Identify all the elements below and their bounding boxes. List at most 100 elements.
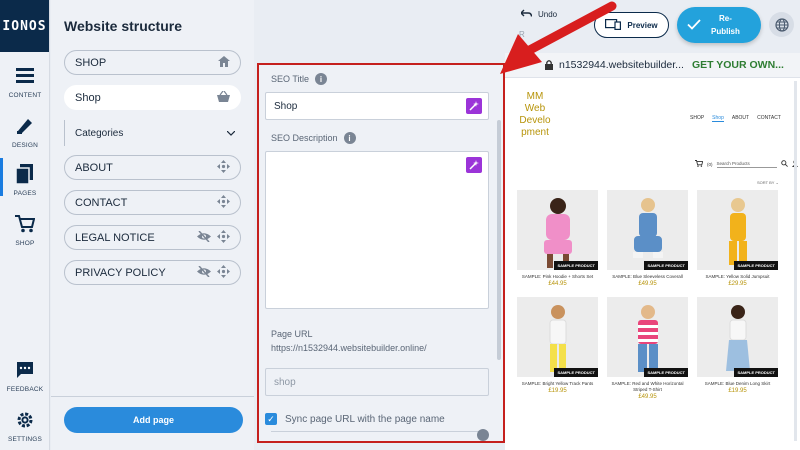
republish-button[interactable]: Re- Publish [677, 7, 761, 43]
divider [271, 431, 481, 432]
product-name[interactable]: SAMPLE: Blue Sleeveless Coverall [607, 274, 688, 280]
rail-item-feedback[interactable]: FEEDBACK [0, 360, 50, 393]
feedback-icon [15, 360, 35, 380]
page-item-about[interactable]: ABOUT [64, 155, 241, 180]
product-name[interactable]: SAMPLE: Bright Yellow Track Pants [517, 381, 598, 387]
page-url-label: Page URL [271, 329, 313, 339]
product-card[interactable]: SAMPLE PRODUCT SAMPLE: Yellow Solid Jump… [697, 190, 778, 287]
label-text: SEO Description [271, 133, 338, 143]
rail-label: CONTENT [8, 92, 42, 99]
page-label: Shop [75, 91, 101, 104]
cart-count: (0) [707, 161, 713, 167]
sample-product-badge: SAMPLE PRODUCT [644, 368, 688, 377]
product-price: £49.95 [638, 394, 657, 400]
annotation-arrow-icon [500, 1, 617, 74]
site-nav-item[interactable]: SHOP [690, 115, 704, 122]
drag-handle-icon[interactable] [217, 264, 230, 281]
product-image[interactable]: SAMPLE PRODUCT [607, 297, 688, 377]
tree-line [64, 120, 65, 146]
subpage-categories[interactable]: Categories [64, 120, 241, 146]
get-domain-link[interactable]: GET YOUR OWN... [692, 59, 784, 71]
seo-description-textarea[interactable] [265, 151, 489, 309]
rail-item-content[interactable]: CONTENT [0, 66, 50, 99]
info-icon[interactable]: i [315, 73, 328, 85]
info-icon[interactable]: i [343, 132, 356, 144]
rail-item-shop[interactable]: SHOP [0, 214, 50, 247]
chevron-down-icon[interactable] [226, 128, 236, 139]
rail-item-design[interactable]: DESIGN [0, 116, 50, 149]
page-label: SHOP [75, 56, 107, 69]
gear-icon [15, 410, 35, 430]
seo-title-input[interactable]: Shop [265, 92, 489, 120]
page-item-shop-sub[interactable]: Shop [64, 85, 241, 110]
rail-item-pages[interactable]: PAGES [0, 164, 50, 197]
site-brand[interactable]: MM Web Develo pment [519, 91, 551, 139]
drag-handle-icon[interactable] [217, 159, 230, 176]
page-item-shop[interactable]: SHOP [64, 50, 241, 75]
rail-label: SHOP [15, 240, 35, 247]
hidden-eye-icon[interactable] [197, 229, 211, 245]
product-image[interactable]: SAMPLE PRODUCT [697, 190, 778, 270]
product-card[interactable]: SAMPLE PRODUCT SAMPLE: Red and White Hor… [607, 297, 688, 400]
scrollbar[interactable] [497, 120, 501, 360]
product-image[interactable]: SAMPLE PRODUCT [517, 190, 598, 270]
product-image[interactable]: SAMPLE PRODUCT [607, 190, 688, 270]
sample-product-badge: SAMPLE PRODUCT [644, 261, 688, 270]
product-card[interactable]: SAMPLE PRODUCT SAMPLE: Pink Hoodie + Sho… [517, 190, 598, 287]
brand-line: Web [524, 103, 546, 114]
rail-label: SETTINGS [7, 436, 43, 443]
product-search-input[interactable]: Search Products [716, 161, 777, 168]
brand-line: pment [521, 127, 549, 138]
site-nav-item[interactable]: ABOUT [732, 115, 749, 122]
magic-wand-icon[interactable] [466, 98, 482, 114]
preview-label: Preview [627, 20, 658, 30]
add-page-button[interactable]: Add page [64, 407, 243, 433]
page-label: PRIVACY POLICY [75, 266, 166, 279]
sort-label: SORT BY [757, 180, 775, 185]
product-card[interactable]: SAMPLE PRODUCT SAMPLE: Blue Sleeveless C… [607, 190, 688, 287]
product-name[interactable]: SAMPLE: Red and White Horizontal Striped… [607, 381, 688, 393]
page-item-legal-notice[interactable]: LEGAL NOTICE [64, 225, 241, 250]
sync-url-checkbox-row[interactable]: ✓ Sync page URL with the page name [265, 413, 445, 425]
product-photo [632, 198, 663, 258]
cart-icon[interactable] [695, 160, 704, 168]
product-name[interactable]: SAMPLE: Yellow Solid Jumpsuit [697, 274, 778, 280]
republish-line: Re- [719, 14, 732, 23]
product-name[interactable]: SAMPLE: Pink Hoodie + Shorts Set [517, 274, 598, 280]
sort-by-dropdown[interactable]: SORT BY ⌄ [757, 180, 779, 185]
home-icon [218, 55, 230, 70]
drag-handle-icon[interactable] [217, 229, 230, 246]
product-card[interactable]: SAMPLE PRODUCT SAMPLE: Bright Yellow Tra… [517, 297, 598, 400]
product-price: £29.95 [728, 281, 747, 287]
checkbox-label: Sync page URL with the page name [285, 413, 445, 425]
seo-settings-panel: SEO Title i Shop SEO Description i Page … [257, 63, 505, 443]
product-image[interactable]: SAMPLE PRODUCT [697, 297, 778, 377]
cart-icon [15, 214, 35, 234]
drag-handle-icon[interactable] [217, 194, 230, 211]
site-nav-item[interactable]: CONTACT [757, 115, 781, 122]
url-slug-input[interactable]: shop [265, 368, 489, 396]
product-name[interactable]: SAMPLE: Blue Denim Long Skirt [697, 381, 778, 387]
page-label: Categories [75, 127, 124, 139]
basket-icon [217, 90, 230, 105]
page-label: LEGAL NOTICE [75, 231, 155, 244]
hidden-eye-icon[interactable] [197, 264, 211, 280]
product-card[interactable]: SAMPLE PRODUCT SAMPLE: Blue Denim Long S… [697, 297, 778, 400]
website-structure-panel: Website structure SHOP Shop Categories A… [51, 0, 254, 450]
product-photo [543, 198, 572, 268]
page-item-contact[interactable]: CONTACT [64, 190, 241, 215]
site-nav: SHOP Shop ABOUT CONTACT [690, 115, 781, 122]
magic-wand-icon[interactable] [466, 157, 482, 173]
checkbox-checked-icon[interactable]: ✓ [265, 413, 277, 425]
site-nav-item-active[interactable]: Shop [712, 115, 724, 122]
globe-icon[interactable] [769, 12, 794, 37]
page-item-privacy-policy[interactable]: PRIVACY POLICY [64, 260, 241, 285]
scrollbar[interactable] [794, 81, 797, 441]
sample-product-badge: SAMPLE PRODUCT [734, 368, 778, 377]
product-photo [549, 305, 566, 372]
product-image[interactable]: SAMPLE PRODUCT [517, 297, 598, 377]
product-grid: SAMPLE PRODUCT SAMPLE: Pink Hoodie + Sho… [517, 190, 778, 400]
sample-product-badge: SAMPLE PRODUCT [734, 261, 778, 270]
search-icon[interactable] [780, 160, 788, 168]
rail-item-settings[interactable]: SETTINGS [0, 410, 50, 443]
